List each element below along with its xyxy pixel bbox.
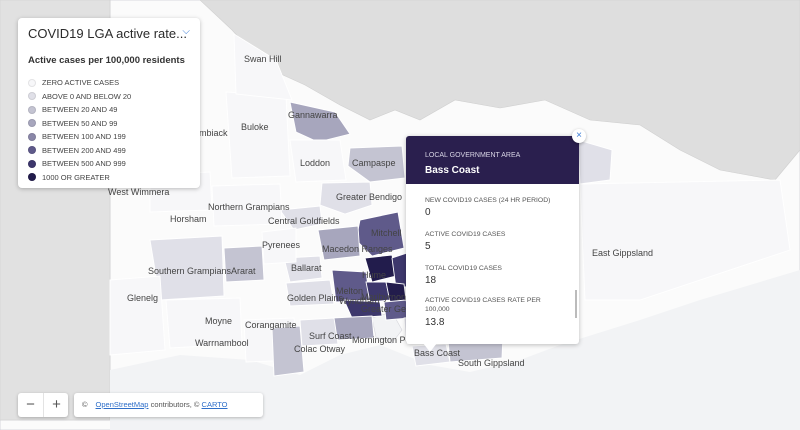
legend-item: ZERO ACTIVE CASES [28, 76, 131, 90]
map-place-label: Glenelg [127, 293, 159, 303]
popup-field-label: ACTIVE COVID19 CASES [425, 231, 506, 238]
legend-swatch [28, 78, 36, 87]
legend-swatch [28, 132, 36, 141]
legend-subtitle: Active cases per 100,000 residents [28, 55, 185, 66]
attribution-text: contributors, © [148, 400, 202, 409]
map-place-label: Gannawarra [288, 110, 338, 120]
legend-item: ABOVE 0 AND BELOW 20 [28, 90, 131, 104]
popup-pointer [423, 343, 437, 352]
lga-glenelg[interactable] [109, 275, 166, 356]
legend-item: BETWEEN 500 AND 999 [28, 157, 131, 171]
map-place-label: Ararat [231, 266, 256, 276]
legend-item: 1000 OR GREATER [28, 171, 131, 185]
legend-title: COVID19 LGA active rate... [28, 26, 187, 41]
zoom-out-button[interactable]: − [18, 393, 43, 417]
map-place-label: Central Goldfields [268, 216, 340, 226]
legend-item: BETWEEN 50 AND 99 [28, 117, 131, 131]
popup-field-label: NEW COVID19 CASES (24 HR PERIOD) [425, 197, 551, 204]
map-place-label: Greater Bendigo [336, 192, 403, 202]
legend-item: BETWEEN 200 AND 499 [28, 144, 131, 158]
legend-swatch [28, 105, 36, 114]
legend-item-label: BETWEEN 200 AND 499 [42, 145, 126, 155]
map-place-label: Moyne [205, 316, 233, 326]
legend-item-label: BETWEEN 20 AND 49 [42, 105, 118, 115]
close-icon[interactable]: × [572, 129, 586, 143]
legend-item-label: 1000 OR GREATER [42, 172, 110, 182]
popup-field-value: 13.8 [425, 317, 445, 328]
popup-scrollbar[interactable] [575, 290, 577, 318]
lga-ararat[interactable] [223, 245, 265, 283]
map-place-label: Corangamite [245, 320, 297, 330]
legend-swatch [28, 119, 36, 128]
popup-category: LOCAL GOVERNMENT AREA [425, 152, 521, 159]
legend-swatch [28, 173, 36, 182]
legend-item: BETWEEN 100 AND 199 [28, 130, 131, 144]
map-place-label: Buloke [241, 122, 269, 132]
legend-swatch [28, 92, 36, 101]
map-place-label: Ballarat [291, 263, 322, 273]
legend-swatch [28, 146, 36, 155]
map-place-label: Colac Otway [294, 344, 346, 354]
lga-popup: LOCAL GOVERNMENT AREA Bass Coast NEW COV… [406, 136, 579, 344]
map-place-label: Warrnambool [195, 338, 249, 348]
legend-item-label: BETWEEN 100 AND 199 [42, 132, 126, 142]
zoom-control: − + [18, 393, 68, 417]
popup-field-value: 0 [425, 207, 431, 218]
map-place-label: Bass Coast [414, 348, 461, 358]
map-place-label: Surf Coast [309, 331, 352, 341]
lga-buloke[interactable] [225, 91, 291, 179]
carto-link[interactable]: CARTO [202, 400, 228, 409]
map-place-label: Southern Grampians [148, 266, 232, 276]
popup-header: LOCAL GOVERNMENT AREA Bass Coast [406, 136, 579, 184]
map-place-label: Northern Grampians [208, 202, 290, 212]
map-place-label: West Wimmera [108, 187, 170, 197]
map-place-label: South Gippsland [458, 358, 525, 368]
legend-item-label: BETWEEN 500 AND 999 [42, 159, 126, 169]
legend-item-label: ZERO ACTIVE CASES [42, 78, 120, 88]
attribution: © OpenStreetMap contributors, © CARTO [74, 393, 263, 417]
map-place-label: Hume [362, 270, 387, 280]
popup-lga-name: Bass Coast [425, 165, 480, 176]
legend-item-label: ABOVE 0 AND BELOW 20 [42, 91, 132, 101]
chevron-down-icon[interactable]: ⌵ [182, 26, 190, 37]
popup-field-value: 5 [425, 241, 431, 252]
map-place-label: Swan Hill [244, 54, 282, 64]
map-place-label: Macedon Ranges [322, 244, 393, 254]
zoom-in-button[interactable]: + [43, 393, 69, 417]
legend-panel: COVID19 LGA active rate... ⌵ Active case… [18, 18, 200, 188]
map-place-label: East Gippsland [592, 248, 654, 258]
map-place-label: Campaspe [352, 158, 396, 168]
popup-field-label: TOTAL COVID19 CASES [425, 265, 502, 272]
copyright-symbol: © [82, 400, 88, 409]
legend-item: BETWEEN 20 AND 49 [28, 103, 131, 117]
map-place-label: Golden Plains [287, 293, 344, 303]
map-place-label: Pyrenees [262, 240, 301, 250]
legend-item-label: BETWEEN 50 AND 99 [42, 118, 118, 128]
legend-swatch [28, 159, 36, 168]
map-place-label: Mitchell [371, 228, 402, 238]
map-place-label: Loddon [300, 158, 331, 168]
openstreetmap-link[interactable]: OpenStreetMap [96, 400, 149, 409]
popup-field-label: ACTIVE COVID19 CASES RATE PER 100,000 [425, 297, 541, 313]
legend-list: ZERO ACTIVE CASES ABOVE 0 AND BELOW 20 BET… [28, 76, 131, 184]
popup-field-value: 18 [425, 275, 437, 286]
map-place-label: Horsham [170, 214, 207, 224]
lga-macedon-ranges[interactable] [317, 225, 361, 261]
